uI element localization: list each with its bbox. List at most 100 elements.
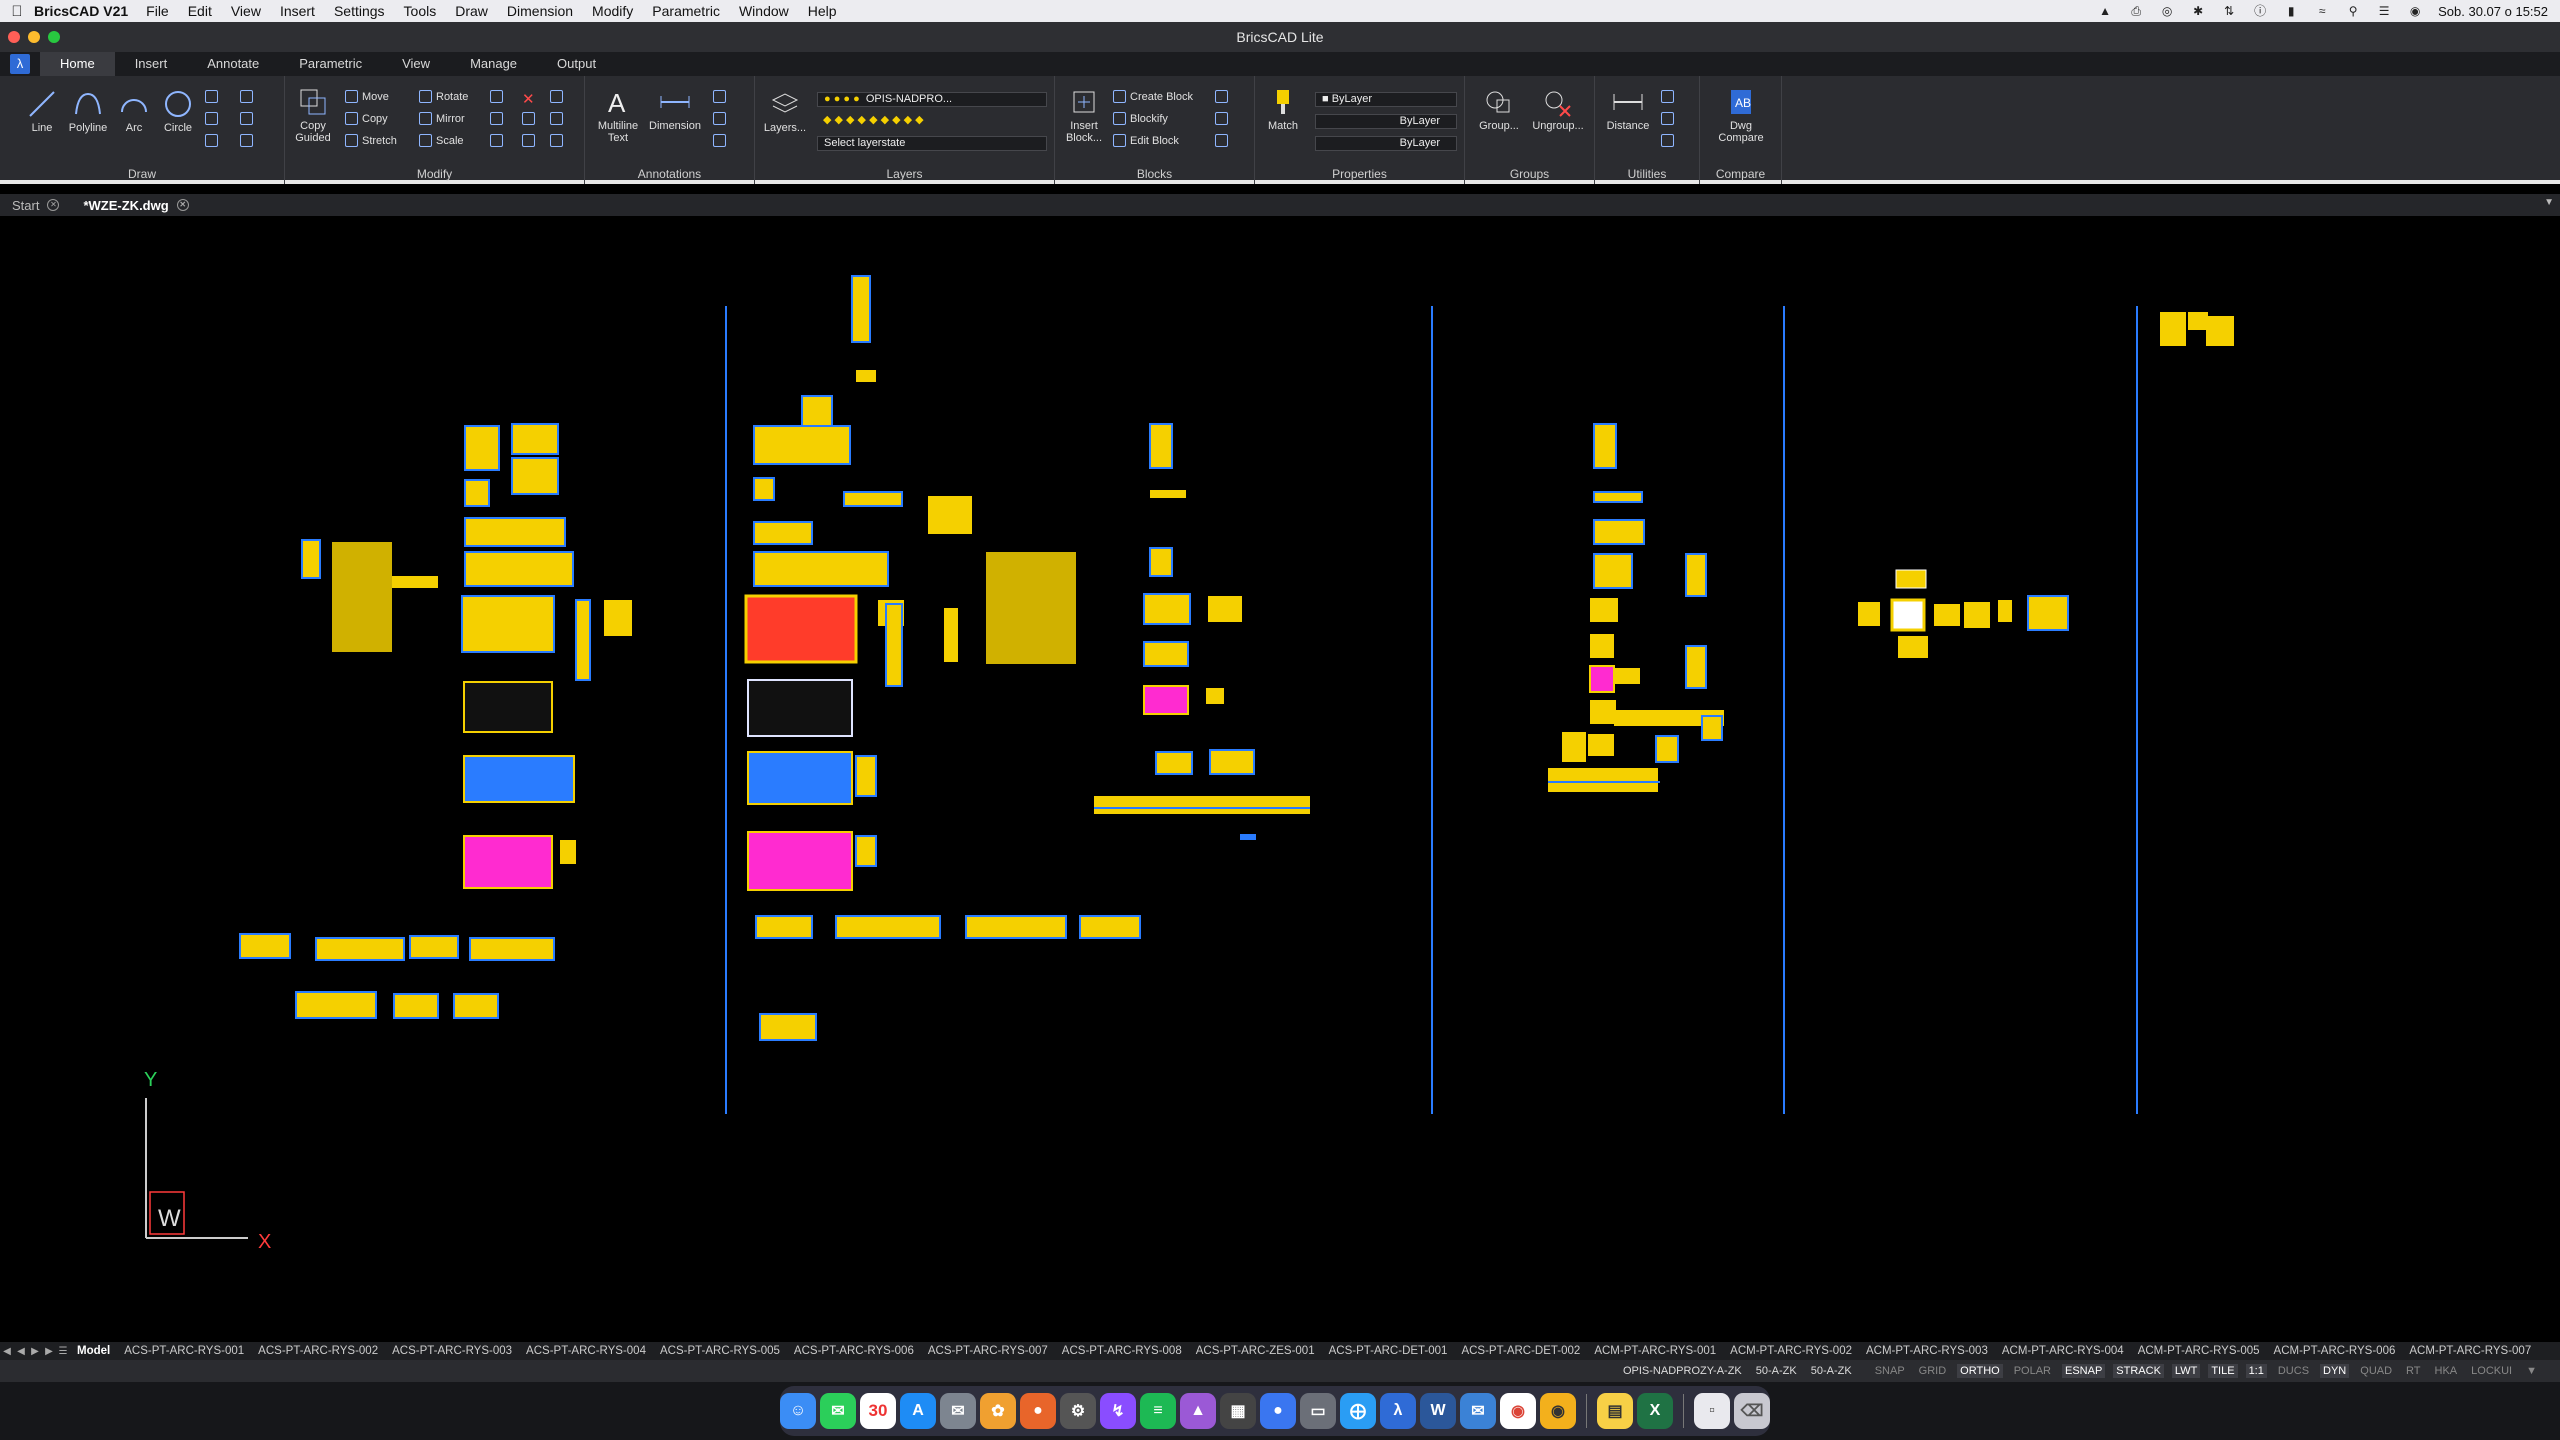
status-toggle-strack[interactable]: STRACK: [2113, 1364, 2164, 1378]
accessibility-icon[interactable]: ▲: [2097, 4, 2113, 18]
finder-icon[interactable]: ☺: [780, 1393, 816, 1429]
id-point-tool[interactable]: [1661, 134, 1674, 147]
array-tool[interactable]: [490, 134, 503, 147]
signal-icon[interactable]: ●: [1260, 1393, 1296, 1429]
network-icon[interactable]: ⇅: [2221, 4, 2237, 18]
bricscad-icon[interactable]: λ: [1380, 1393, 1416, 1429]
battery-icon[interactable]: ▮: [2283, 4, 2299, 18]
minimize-window-button[interactable]: [28, 31, 40, 43]
blockify-button[interactable]: Blockify: [1113, 112, 1168, 125]
close-tab-icon[interactable]: ✕: [176, 199, 189, 211]
menu-tools[interactable]: Tools: [404, 3, 437, 19]
status-textstyle[interactable]: 50-A-ZK: [1811, 1365, 1852, 1377]
layout-tab[interactable]: ACS-PT-ARC-RYS-006: [787, 1345, 921, 1357]
break-tool[interactable]: [550, 112, 563, 125]
rectangle-tool[interactable]: [205, 90, 218, 103]
zoom-window-button[interactable]: [48, 31, 60, 43]
last-layout-icon[interactable]: ▶: [42, 1346, 56, 1357]
menu-modify[interactable]: Modify: [592, 3, 633, 19]
boundary-tool[interactable]: [240, 134, 253, 147]
status-toggle-hka[interactable]: HKA: [2432, 1364, 2461, 1378]
layout-tab[interactable]: ACM-PT-ARC-RYS-006: [2267, 1345, 2403, 1357]
rotate-button[interactable]: Rotate: [419, 90, 468, 103]
match-properties-button[interactable]: Match: [1263, 86, 1303, 132]
close-window-button[interactable]: [8, 31, 20, 43]
current-layer-dropdown[interactable]: ● ● ● ● OPIS-NADPRO...: [817, 92, 1047, 107]
menu-insert[interactable]: Insert: [280, 3, 315, 19]
excel-icon[interactable]: X: [1637, 1393, 1673, 1429]
bluetooth-icon[interactable]: ✱: [2190, 4, 2206, 18]
block-attr-tool[interactable]: [1215, 90, 1228, 103]
move-button[interactable]: Move: [345, 90, 389, 103]
tabs-menu-chevron-icon[interactable]: ▼: [2544, 197, 2554, 208]
clock[interactable]: Sob. 30.07 o 15:52: [2438, 4, 2548, 19]
layout-tab[interactable]: ACM-PT-ARC-RYS-005: [2131, 1345, 2267, 1357]
status-dimstyle[interactable]: 50-A-ZK: [1756, 1365, 1797, 1377]
apple-icon[interactable]: : [0, 3, 34, 20]
layers-button[interactable]: Layers...: [763, 88, 807, 134]
layout-tab[interactable]: ACS-PT-ARC-ZES-001: [1189, 1345, 1322, 1357]
layout-tab[interactable]: ACS-PT-ARC-DET-002: [1454, 1345, 1587, 1357]
tab-output[interactable]: Output: [537, 52, 616, 76]
safari-icon[interactable]: ⨁: [1340, 1393, 1376, 1429]
multileader-tool[interactable]: [713, 90, 726, 103]
firefox-icon[interactable]: ●: [1020, 1393, 1056, 1429]
create-block-button[interactable]: Create Block: [1113, 90, 1193, 103]
photos-icon[interactable]: ✿: [980, 1393, 1016, 1429]
word-icon[interactable]: W: [1420, 1393, 1456, 1429]
layout-tab[interactable]: ACS-PT-ARC-RYS-005: [653, 1345, 787, 1357]
table-tool[interactable]: [713, 134, 726, 147]
trim-tool[interactable]: [490, 90, 503, 103]
block-action-tool[interactable]: [1215, 134, 1228, 147]
lineweight-dropdown[interactable]: ByLayer: [1315, 136, 1457, 151]
explode-tool[interactable]: [550, 90, 563, 103]
layout-tab[interactable]: ACS-PT-ARC-RYS-002: [251, 1345, 385, 1357]
outlook-icon[interactable]: ✉: [1460, 1393, 1496, 1429]
select-tool[interactable]: [1661, 112, 1674, 125]
tab-view[interactable]: View: [382, 52, 450, 76]
tab-annotate[interactable]: Annotate: [187, 52, 279, 76]
appstore-icon[interactable]: A: [900, 1393, 936, 1429]
status-toggle-scale[interactable]: 1:1: [2245, 1364, 2267, 1378]
status-toggle-grid[interactable]: GRID: [1916, 1364, 1950, 1378]
drawing-canvas[interactable]: Y X W: [0, 216, 2560, 1342]
region-tool[interactable]: [240, 112, 253, 125]
doc-tab-start[interactable]: Start ✕: [0, 198, 71, 213]
app-logo-icon[interactable]: λ: [10, 54, 30, 74]
status-toggle-polar[interactable]: POLAR: [2011, 1364, 2054, 1378]
settings-icon[interactable]: ⚙: [1060, 1393, 1096, 1429]
affinity-icon[interactable]: ▲: [1180, 1393, 1216, 1429]
layout-menu-icon[interactable]: ☰: [56, 1346, 70, 1357]
copy-button[interactable]: Copy: [345, 112, 388, 125]
arc-button[interactable]: Arc: [116, 88, 152, 134]
dimstyle-tool[interactable]: [713, 112, 726, 125]
prev-layout-icon[interactable]: ◀: [14, 1346, 28, 1357]
spline-tool[interactable]: [205, 112, 218, 125]
hatch-tool[interactable]: [205, 134, 218, 147]
ungroup-button[interactable]: Ungroup...: [1527, 86, 1589, 132]
layout-tab[interactable]: ACS-PT-ARC-DET-001: [1322, 1345, 1455, 1357]
record-icon[interactable]: ◎: [2159, 4, 2175, 18]
layout-tab[interactable]: ACS-PT-ARC-RYS-003: [385, 1345, 519, 1357]
layerstate-dropdown[interactable]: Select layerstate: [817, 136, 1047, 151]
join-tool[interactable]: [550, 134, 563, 147]
scale-button[interactable]: Scale: [419, 134, 464, 147]
status-current-layer[interactable]: OPIS-NADPROZY-A-ZK: [1623, 1365, 1742, 1377]
layout-tab[interactable]: ACS-PT-ARC-RYS-004: [519, 1345, 653, 1357]
line-button[interactable]: Line: [22, 88, 62, 134]
close-tab-icon[interactable]: ✕: [47, 199, 60, 211]
copy-guided-button[interactable]: Copy Guided: [289, 86, 337, 144]
quick-select-tool[interactable]: [1661, 90, 1674, 103]
color-dropdown[interactable]: ■ ByLayer: [1315, 92, 1457, 107]
chrome-icon[interactable]: ◉: [1500, 1393, 1536, 1429]
messages-icon[interactable]: ✉: [820, 1393, 856, 1429]
tab-insert[interactable]: Insert: [115, 52, 188, 76]
polyline-button[interactable]: Polyline: [64, 88, 112, 134]
mail-icon[interactable]: ✉: [940, 1393, 976, 1429]
layout-tab[interactable]: ACM-PT-ARC-RYS-002: [1723, 1345, 1859, 1357]
status-toggle-lockui[interactable]: LOCKUI: [2468, 1364, 2515, 1378]
printer-icon[interactable]: ⎙: [2128, 4, 2144, 18]
dimension-button[interactable]: Dimension: [647, 86, 703, 132]
chrome-canary-icon[interactable]: ◉: [1540, 1393, 1576, 1429]
dwg-compare-button[interactable]: AB Dwg Compare: [1708, 86, 1774, 144]
